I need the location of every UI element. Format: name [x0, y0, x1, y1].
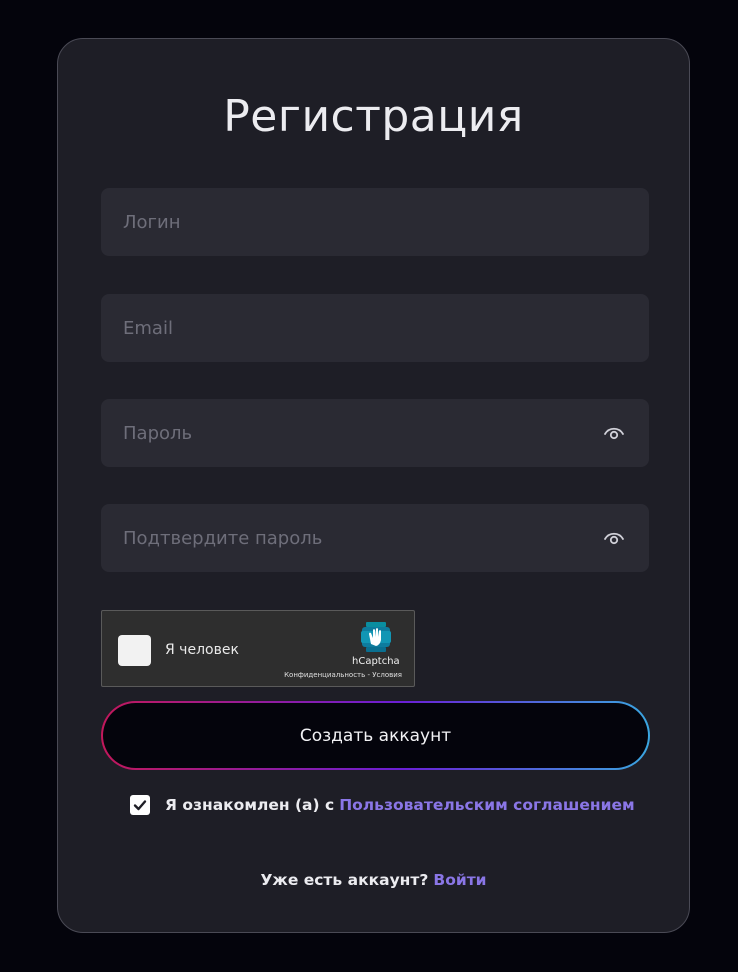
create-account-button[interactable]: Создать аккаунт — [101, 701, 650, 770]
agreement-row: Я ознакомлен (а) с Пользовательским согл… — [130, 794, 635, 816]
registration-card: Регистрация Я человек — [57, 38, 690, 933]
password-input[interactable] — [101, 399, 649, 467]
checkmark-icon — [133, 800, 147, 811]
hcaptcha-widget: Я человек hCaptcha Конфиденциальность - … — [101, 610, 415, 687]
password-field[interactable] — [101, 399, 649, 467]
confirm-password-field[interactable] — [101, 504, 649, 572]
login-input[interactable] — [101, 188, 649, 256]
login-field[interactable] — [101, 188, 649, 256]
captcha-checkbox[interactable] — [118, 635, 151, 666]
captcha-privacy-terms-links[interactable]: Конфиденциальность - Условия — [284, 671, 402, 679]
eye-icon[interactable] — [603, 528, 625, 548]
eye-icon[interactable] — [603, 423, 625, 443]
confirm-password-input[interactable] — [101, 504, 649, 572]
agreement-text: Я ознакомлен (а) с — [165, 796, 335, 814]
user-agreement-link[interactable]: Пользовательским соглашением — [339, 796, 634, 814]
login-link[interactable]: Войти — [433, 871, 486, 889]
page-title: Регистрация — [223, 91, 524, 142]
email-field[interactable] — [101, 294, 649, 362]
email-input[interactable] — [101, 294, 649, 362]
hcaptcha-logo-icon — [359, 620, 393, 654]
hcaptcha-brand: hCaptcha — [352, 656, 400, 667]
agreement-checkbox[interactable] — [130, 795, 150, 815]
login-prompt: Уже есть аккаунт? Войти — [58, 870, 689, 889]
captcha-label: Я человек — [165, 642, 239, 658]
login-question: Уже есть аккаунт? — [260, 871, 429, 889]
